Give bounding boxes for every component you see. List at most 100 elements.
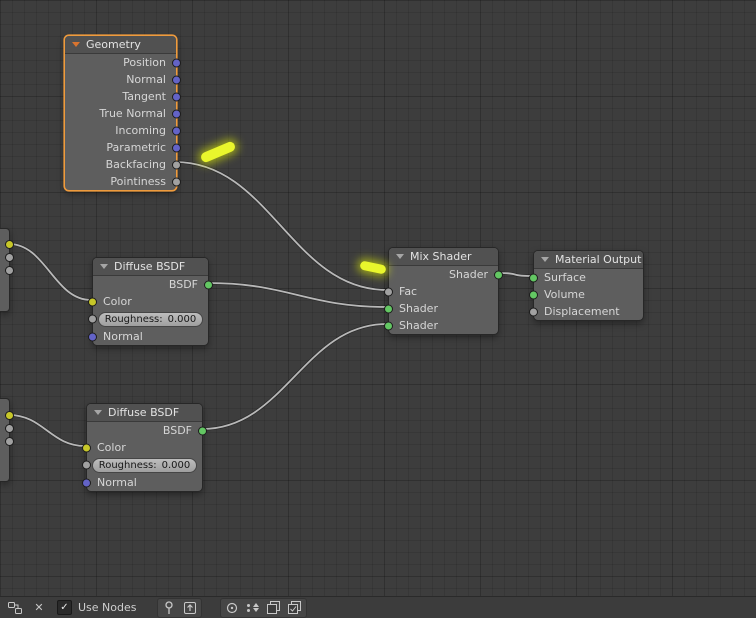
input-label: Surface: [544, 271, 586, 284]
pin-icon: [164, 600, 173, 614]
copy-nodes-button[interactable]: [264, 599, 284, 617]
collapse-icon[interactable]: [72, 42, 80, 47]
node-geometry-header[interactable]: Geometry: [65, 36, 176, 54]
node-geometry[interactable]: Geometry Position Normal Tangent True No…: [64, 35, 181, 191]
node-editor-icon: [8, 601, 22, 614]
output-label: Incoming: [115, 124, 166, 137]
node-material-output[interactable]: Material Output Surface Volume Displacem…: [529, 250, 644, 321]
socket-fac-input[interactable]: [384, 287, 393, 296]
node-title: Diffuse BSDF: [108, 406, 180, 419]
node-link[interactable]: [8, 414, 86, 447]
snap-element-icon: [246, 603, 250, 612]
socket-offscreen-value-output[interactable]: [5, 266, 14, 275]
offscreen-node-top[interactable]: [0, 228, 14, 312]
node-title: Geometry: [86, 38, 141, 51]
close-icon: ✕: [34, 601, 44, 614]
collapse-icon[interactable]: [94, 410, 102, 415]
socket-normal-input[interactable]: [88, 332, 97, 341]
pin-button[interactable]: [159, 599, 179, 617]
snap-icon: [226, 602, 237, 613]
input-label: Normal: [97, 476, 137, 489]
node-material-output-header[interactable]: Material Output: [534, 251, 643, 269]
offscreen-node-bottom[interactable]: [0, 398, 14, 482]
check-mark: ✓: [60, 601, 69, 613]
output-label: Shader: [449, 268, 488, 281]
input-label: Displacement: [544, 305, 620, 318]
input-label: Volume: [544, 288, 585, 301]
socket-offscreen-color-output[interactable]: [5, 411, 14, 420]
socket-shader1-input[interactable]: [384, 304, 393, 313]
socket-pointiness-output[interactable]: [172, 177, 181, 186]
node-diffuse-bsdf-top[interactable]: Diffuse BSDF BSDF Color Roughness: 0.000…: [88, 257, 213, 346]
socket-position-output[interactable]: [172, 58, 181, 67]
node-link[interactable]: [201, 323, 388, 430]
snap-toggle-button[interactable]: [222, 599, 242, 617]
socket-offscreen-color-output[interactable]: [5, 240, 14, 249]
collapse-icon[interactable]: [396, 254, 404, 259]
use-nodes-label: Use Nodes: [78, 601, 137, 614]
snap-copy-group: [219, 597, 307, 618]
node-link[interactable]: [8, 243, 92, 301]
socket-tangent-output[interactable]: [172, 92, 181, 101]
node-editor-header-bar: ✕ ✓ Use Nodes: [0, 596, 756, 618]
socket-normal-output[interactable]: [172, 75, 181, 84]
node-mix-shader[interactable]: Mix Shader Shader Fac Shader Shader: [384, 247, 503, 335]
socket-shader-output[interactable]: [494, 270, 503, 279]
socket-offscreen-value-output[interactable]: [5, 437, 14, 446]
output-label: True Normal: [99, 107, 166, 120]
output-label: Normal: [126, 73, 166, 86]
socket-roughness-input[interactable]: [88, 314, 97, 324]
input-label: Shader: [399, 302, 438, 315]
socket-surface-input[interactable]: [529, 273, 538, 282]
input-label: Fac: [399, 285, 418, 298]
roughness-slider[interactable]: Roughness: 0.000: [92, 457, 197, 473]
node-diffuse-top-header[interactable]: Diffuse BSDF: [93, 258, 208, 276]
socket-bsdf-output[interactable]: [198, 426, 207, 435]
socket-volume-input[interactable]: [529, 290, 538, 299]
socket-offscreen-value-output[interactable]: [5, 424, 14, 433]
socket-incoming-output[interactable]: [172, 126, 181, 135]
chevron-up-down-icon: [252, 603, 259, 612]
socket-shader2-input[interactable]: [384, 321, 393, 330]
socket-color-input[interactable]: [88, 297, 97, 306]
output-label: Pointiness: [110, 175, 166, 188]
output-label: BSDF: [168, 278, 198, 291]
roughness-slider[interactable]: Roughness: 0.000: [98, 311, 203, 327]
input-label: Shader: [399, 319, 438, 332]
output-label: Position: [123, 56, 166, 69]
slider-value: 0.000: [167, 313, 197, 325]
socket-roughness-input[interactable]: [82, 460, 91, 470]
socket-backfacing-output[interactable]: [172, 160, 181, 169]
snap-element-dropdown[interactable]: [243, 599, 263, 617]
socket-color-input[interactable]: [82, 443, 91, 452]
copy-icon: [267, 601, 280, 614]
node-editor-canvas[interactable]: Geometry Position Normal Tangent True No…: [0, 0, 756, 596]
unlink-button[interactable]: ✕: [29, 599, 49, 617]
input-label: Color: [103, 295, 132, 308]
pin-parent-group: [156, 597, 202, 618]
collapse-icon[interactable]: [541, 257, 549, 262]
paste-nodes-button[interactable]: [285, 599, 305, 617]
use-nodes-checkbox[interactable]: ✓ Use Nodes: [57, 600, 137, 615]
node-mix-shader-header[interactable]: Mix Shader: [389, 248, 498, 266]
node-diffuse-bsdf-bottom[interactable]: Diffuse BSDF BSDF Color Roughness: 0.000…: [82, 403, 207, 492]
slider-value: 0.000: [161, 459, 191, 471]
output-label: BSDF: [162, 424, 192, 437]
slider-label: Roughness:: [98, 459, 157, 471]
socket-true-normal-output[interactable]: [172, 109, 181, 118]
socket-normal-input[interactable]: [82, 478, 91, 487]
collapse-icon[interactable]: [100, 264, 108, 269]
checkbox-icon: ✓: [57, 600, 72, 615]
node-title: Mix Shader: [410, 250, 472, 263]
editor-type-button[interactable]: [5, 599, 25, 617]
socket-displacement-input[interactable]: [529, 307, 538, 316]
node-title: Diffuse BSDF: [114, 260, 186, 273]
socket-bsdf-output[interactable]: [204, 280, 213, 289]
input-label: Normal: [103, 330, 143, 343]
output-label: Tangent: [122, 90, 166, 103]
slider-label: Roughness:: [104, 313, 163, 325]
node-diffuse-bottom-header[interactable]: Diffuse BSDF: [87, 404, 202, 422]
go-parent-button[interactable]: [180, 599, 200, 617]
socket-offscreen-value-output[interactable]: [5, 253, 14, 262]
socket-parametric-output[interactable]: [172, 143, 181, 152]
